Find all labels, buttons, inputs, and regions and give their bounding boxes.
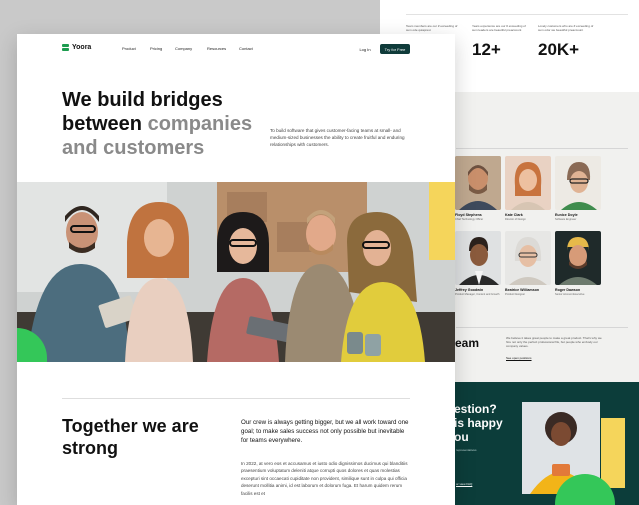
divider [456, 148, 628, 149]
team-member[interactable]: Beatrice Williamson Product Designer [505, 231, 551, 296]
divider [456, 327, 628, 328]
member-role: Senior Account Executive [555, 293, 585, 296]
member-name: Roger Dawson [555, 288, 581, 292]
hero-paragraph: To build software that gives customer-fa… [270, 128, 405, 147]
stat-value: 12+ [472, 40, 501, 59]
member-role: Director of Design [505, 218, 526, 221]
avatar [555, 156, 601, 210]
member-name: Floyd Stephens [455, 213, 482, 217]
nav-resources[interactable]: Resources [207, 46, 226, 51]
divider [406, 14, 628, 15]
stat-item: Years experience are our # exceeding of … [472, 24, 528, 59]
nav-contact[interactable]: Contact [239, 46, 253, 51]
open-positions-link[interactable]: See open positions [506, 356, 532, 360]
team-member[interactable]: Jeffrey Goodwin Product Manager, Content… [455, 231, 501, 296]
stat-item: Lovely customers who are # exceeding of … [538, 24, 594, 59]
decorative-shape [601, 418, 625, 488]
try-free-button[interactable]: Try for Free [380, 44, 410, 54]
avatar [505, 156, 551, 210]
top-nav: Yoora Product Pricing Company Resources … [17, 34, 455, 64]
stat-item: Team members are our # exceeding of sum … [406, 24, 462, 32]
decorative-shape [429, 182, 455, 260]
logo-icon [62, 44, 69, 51]
nav-pricing[interactable]: Pricing [150, 46, 162, 51]
stat-caption: Lovely customers who are # exceeding of … [538, 24, 594, 32]
member-name: Jeffrey Goodwin [455, 288, 484, 292]
section-lead: Our crew is always getting bigger, but w… [241, 419, 409, 444]
team-member[interactable]: Eunice Doyle Software Engineer [555, 156, 601, 221]
member-role: Product Designer [505, 293, 526, 296]
cta-small-text: representatives [456, 448, 477, 452]
cta-question: estion? is happy ou [454, 402, 503, 444]
member-name: Eunice Doyle [555, 213, 578, 217]
avatar [455, 156, 501, 210]
team-member[interactable]: Kate Clark Director of Design [505, 156, 551, 221]
faq-link[interactable]: or view FAQ [456, 482, 472, 486]
team-member[interactable]: Roger Dawson Senior Account Executive [555, 231, 601, 296]
nav-company[interactable]: Company [175, 46, 192, 51]
section-title: Together we are strong [62, 416, 199, 458]
stat-value: 20K+ [538, 40, 580, 59]
member-name: Kate Clark [505, 213, 523, 217]
login-button[interactable]: Log In [355, 44, 375, 54]
member-role: Software Engineer [555, 218, 577, 221]
member-role: Chief Technology Officer [455, 218, 484, 221]
member-role: Product Manager, Content and Growth [455, 293, 500, 296]
avatar [555, 231, 601, 285]
front-page: Yoora Product Pricing Company Resources … [17, 34, 455, 505]
brand-name: Yoora [72, 44, 92, 51]
stat-caption: Years experience are our # exceeding of … [472, 24, 526, 32]
avatar [455, 231, 501, 285]
logo[interactable]: Yoora [62, 44, 91, 51]
divider [62, 398, 410, 399]
section-body: In 2022, at vero eos et accusamus et ius… [241, 461, 408, 496]
team-note: We believe it takes great people to make… [506, 336, 602, 348]
team-member[interactable]: Floyd Stephens Chief Technology Officer [455, 156, 501, 221]
nav-product[interactable]: Product [122, 46, 136, 51]
member-name: Beatrice Williamson [505, 288, 540, 292]
team-photo [17, 182, 455, 362]
avatar [505, 231, 551, 285]
stat-caption: Team members are our # exceeding of sum … [406, 24, 458, 32]
team-title-2: eam [455, 336, 480, 350]
hero-title: We build bridges between companies and c… [62, 89, 253, 159]
